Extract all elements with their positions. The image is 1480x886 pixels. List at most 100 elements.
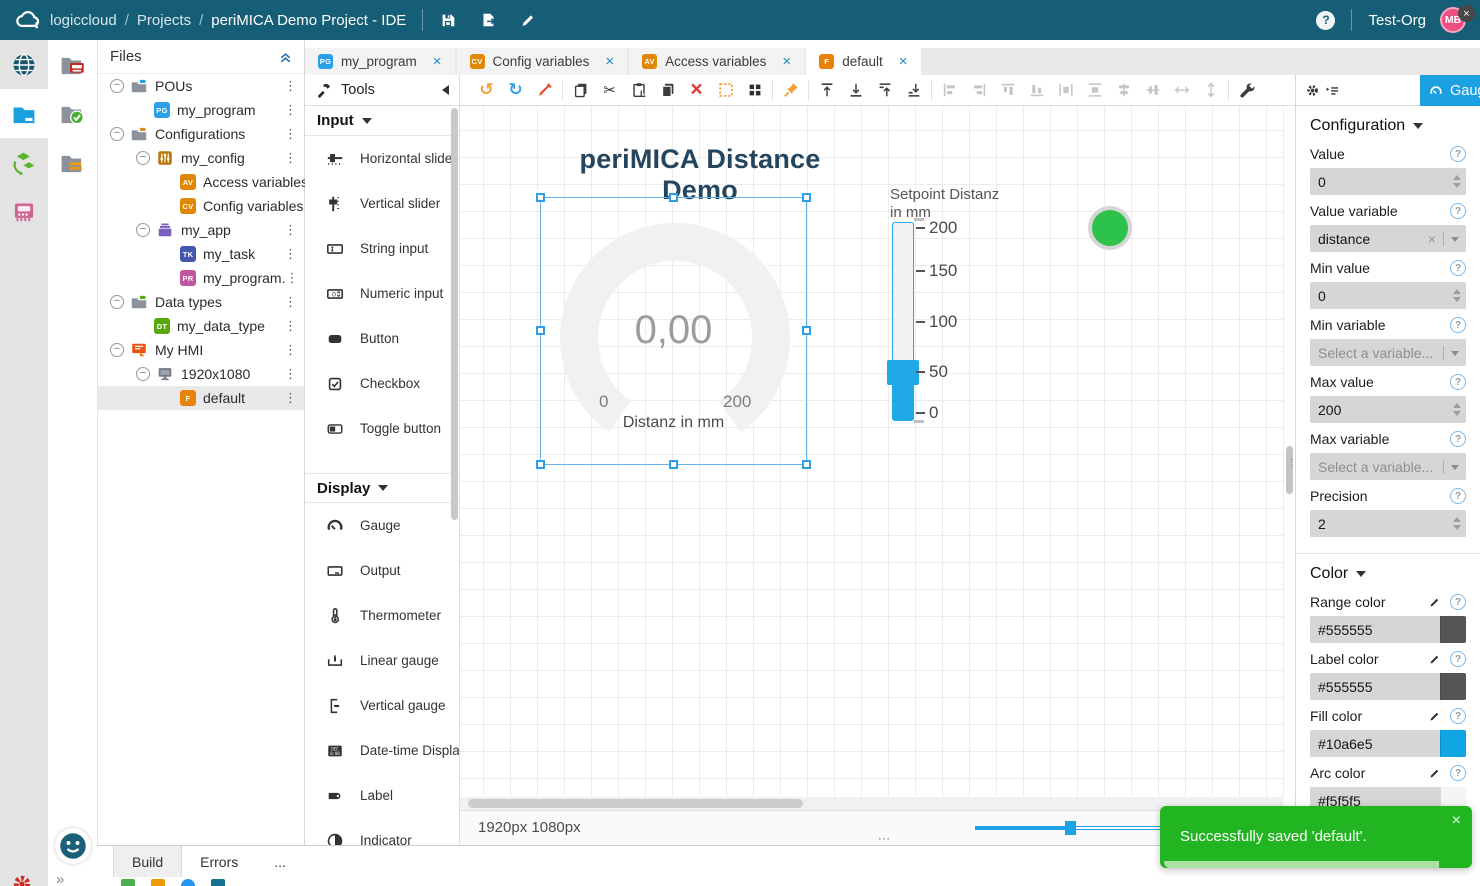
build-edit-icon[interactable]: [211, 879, 225, 886]
edit-color-pencil-icon[interactable]: [1428, 595, 1442, 609]
min-value-input[interactable]: 0: [1310, 282, 1466, 309]
help-icon[interactable]: ?: [1450, 431, 1466, 447]
breadcrumb-item-perimica-demo-project-ide[interactable]: periMICA Demo Project - IDE: [211, 12, 406, 29]
tab-close-icon[interactable]: ×: [433, 53, 442, 70]
help-icon[interactable]: ?: [1450, 488, 1466, 504]
bottom-tab-build[interactable]: Build: [113, 846, 182, 877]
tools-scrollbar[interactable]: [451, 108, 458, 520]
item-menu-kebab-icon[interactable]: ⋮: [285, 270, 297, 286]
tool-vertical-gauge[interactable]: Vertical gauge: [305, 683, 459, 728]
tool-string-input[interactable]: String input: [305, 226, 459, 271]
canvas-hscrollbar[interactable]: [460, 797, 1283, 810]
settings-gear-icon[interactable]: [11, 873, 33, 886]
tree-item-my-program[interactable]: PGmy_program⋮: [98, 98, 304, 122]
expand-chevrons-icon[interactable]: »: [56, 871, 64, 886]
center-vertically-button[interactable]: [1138, 76, 1167, 104]
spinner-down-icon[interactable]: [1453, 411, 1461, 416]
pin-button[interactable]: [776, 76, 805, 104]
zoom-slider-handle[interactable]: [1065, 821, 1076, 835]
tree-item-configurations[interactable]: −Configurations⋮: [98, 122, 304, 146]
tool-output[interactable]: Output: [305, 548, 459, 593]
item-menu-kebab-icon[interactable]: ⋮: [284, 78, 296, 94]
tree-item-data-types[interactable]: −Data types⋮: [98, 290, 304, 314]
help-icon[interactable]: ?: [1450, 651, 1466, 667]
tree-collapse-toggle[interactable]: −: [110, 127, 124, 141]
indicator-widget[interactable]: [1088, 206, 1132, 250]
configuration-section-header[interactable]: Configuration: [1296, 106, 1480, 146]
stack-green-rail-button[interactable]: [0, 138, 48, 187]
raise-to-top-button[interactable]: [812, 76, 841, 104]
help-icon[interactable]: ?: [1450, 317, 1466, 333]
tool-chec-kbox[interactable]: Chec­kbox: [305, 361, 459, 406]
align-left-button[interactable]: [935, 76, 964, 104]
item-menu-kebab-icon[interactable]: ⋮: [284, 366, 296, 382]
tree-item-pous[interactable]: −POUs⋮: [98, 74, 304, 98]
vertical-slider-widget[interactable]: Setpoint Distanz in mm 200150100500: [890, 186, 1000, 436]
distribute-horizontally-button[interactable]: [1051, 76, 1080, 104]
hmi-canvas[interactable]: periMICA Distance Demo 0,00 0 200 Distan…: [460, 106, 1283, 797]
tree-item-1920x1080[interactable]: −1920x1080⋮: [98, 362, 304, 386]
vscrollbar-thumb[interactable]: [1286, 446, 1293, 494]
duplicate-button[interactable]: [653, 76, 682, 104]
tree-item-config-variables[interactable]: CVConfig variables: [98, 194, 304, 218]
item-menu-kebab-icon[interactable]: ⋮: [284, 126, 296, 142]
bottom-tab-[interactable]: ...: [256, 846, 304, 877]
item-menu-kebab-icon[interactable]: ⋮: [284, 222, 296, 238]
bring-forward-button[interactable]: [870, 76, 899, 104]
chevron-down-icon[interactable]: [1451, 465, 1459, 474]
selection-handle[interactable]: [669, 193, 678, 202]
snap-to-grid-button[interactable]: [740, 76, 769, 104]
range-color-input[interactable]: #555555: [1310, 616, 1466, 643]
folder-blue-rail-button[interactable]: [0, 89, 48, 138]
build-info-icon[interactable]: [181, 879, 195, 886]
build-warning-icon[interactable]: [151, 879, 165, 886]
selection-handle[interactable]: [536, 326, 545, 335]
tool-gauge[interactable]: Gauge: [305, 503, 459, 548]
tree-item-my-task[interactable]: TKmy_task⋮: [98, 242, 304, 266]
tree-collapse-toggle[interactable]: −: [136, 367, 150, 381]
collapse-tools-icon[interactable]: [437, 85, 449, 95]
paste-button[interactable]: [624, 76, 653, 104]
spinner-up-icon[interactable]: [1453, 403, 1461, 408]
label-color-input[interactable]: #555555: [1310, 673, 1466, 700]
tree-item-access-variables[interactable]: AVAccess variables: [98, 170, 304, 194]
editor-tab-my-program[interactable]: PGmy_program×: [305, 48, 455, 75]
hscrollbar-thumb[interactable]: [468, 799, 803, 808]
color-section-header[interactable]: Color: [1296, 554, 1480, 594]
selection-handle[interactable]: [536, 460, 545, 469]
align-bottom-button[interactable]: [1022, 76, 1051, 104]
breadcrumb-item-logiccloud[interactable]: logiccloud: [50, 12, 117, 29]
clear-value-icon[interactable]: ×: [1428, 231, 1436, 247]
fit-width-button[interactable]: [1167, 76, 1196, 104]
value-input[interactable]: 0: [1310, 168, 1466, 195]
max-value-input[interactable]: 200: [1310, 396, 1466, 423]
spinner-down-icon[interactable]: [1453, 297, 1461, 302]
tree-item-my-hmi[interactable]: −My HMI⋮: [98, 338, 304, 362]
tools-section-input[interactable]: Input: [305, 106, 459, 136]
fill-color-input[interactable]: #10a6e5: [1310, 730, 1466, 757]
edit-color-pencil-icon[interactable]: [1428, 652, 1442, 666]
toast-close-icon[interactable]: ×: [1452, 812, 1461, 830]
editor-tab-config-variables[interactable]: CVConfig variables×: [457, 48, 628, 75]
undo-button[interactable]: ↺: [472, 76, 501, 104]
tree-item-my-program[interactable]: PRmy_program.⋮: [98, 266, 304, 290]
selection-handle[interactable]: [802, 326, 811, 335]
copy-button[interactable]: [566, 76, 595, 104]
tool-label[interactable]: Label: [305, 773, 459, 818]
feedback-smiley-button[interactable]: [55, 828, 91, 864]
number-spinner[interactable]: [1453, 396, 1461, 423]
align-top-button[interactable]: [993, 76, 1022, 104]
logiccloud-logo-icon[interactable]: [14, 7, 40, 33]
item-menu-kebab-icon[interactable]: ⋮: [284, 102, 296, 118]
help-icon[interactable]: ?: [1450, 594, 1466, 610]
redo-button[interactable]: ↻: [501, 76, 530, 104]
tab-close-icon[interactable]: ×: [782, 53, 791, 70]
export-button[interactable]: [479, 11, 497, 29]
selection-handle[interactable]: [802, 193, 811, 202]
breadcrumb-item-projects[interactable]: Projects: [137, 12, 191, 29]
fit-height-button[interactable]: [1196, 76, 1225, 104]
folder-check-rail-button[interactable]: [48, 89, 96, 138]
tab-close-icon[interactable]: ×: [899, 53, 908, 70]
help-icon[interactable]: ?: [1450, 203, 1466, 219]
tree-collapse-toggle[interactable]: −: [110, 295, 124, 309]
